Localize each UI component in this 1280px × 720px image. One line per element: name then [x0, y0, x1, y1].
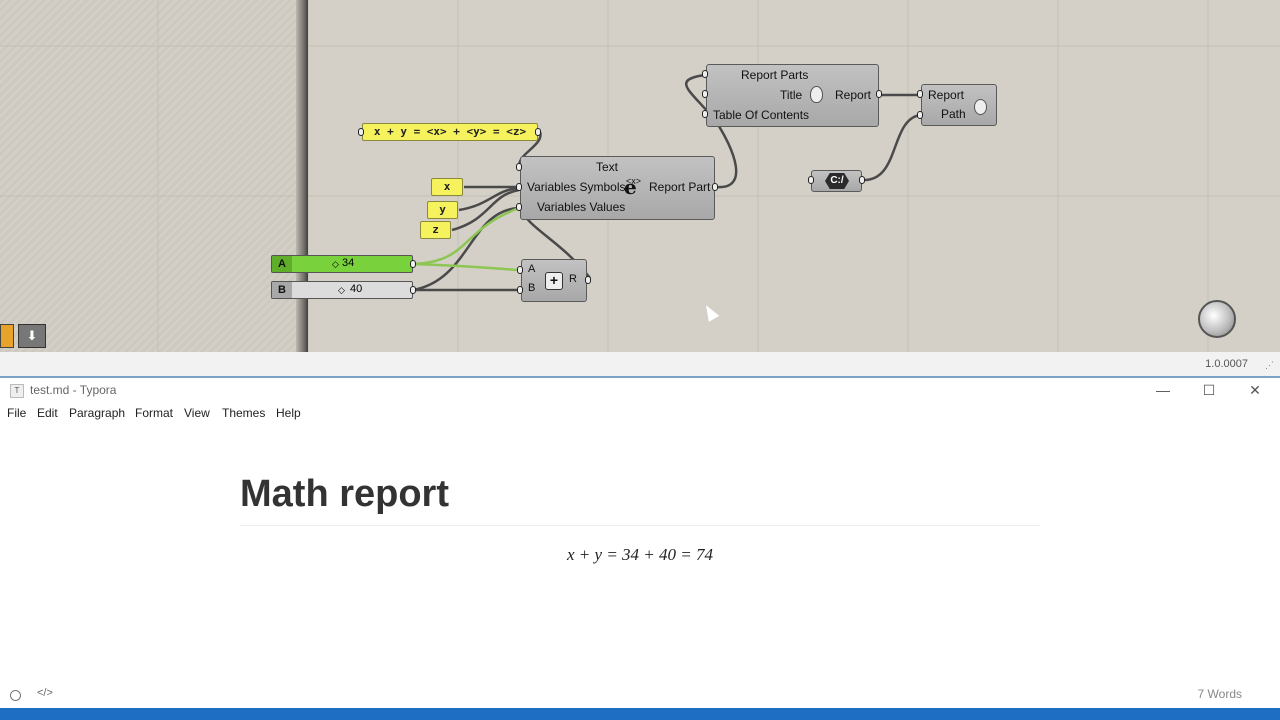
menu-format[interactable]: Format [135, 406, 173, 420]
canvas-edge-shadow [296, 0, 308, 352]
port[interactable] [517, 266, 523, 274]
input-path-label: Path [941, 107, 966, 121]
canvas-navigation-ball-icon[interactable] [1198, 300, 1236, 338]
slider-a-value: 34 [342, 257, 355, 269]
menu-themes[interactable]: Themes [222, 406, 265, 420]
port[interactable] [702, 70, 708, 78]
toolbar-download-icon[interactable]: ⬇ [18, 324, 46, 348]
port[interactable] [410, 260, 416, 268]
port[interactable] [517, 286, 523, 294]
panel-y[interactable]: y [427, 201, 458, 219]
output-report-label: Report [835, 88, 872, 102]
port[interactable] [516, 163, 522, 171]
heading-underline [240, 525, 1040, 526]
input-report-label: Report [928, 88, 965, 102]
slider-a-tag: A [272, 256, 292, 272]
save-egg-icon [974, 99, 987, 115]
mouse-cursor-icon [700, 302, 720, 322]
grasshopper-canvas[interactable]: x + y = <x> + <y> = <z> x y z A 34 ◇ B 4… [0, 0, 1280, 352]
port[interactable] [876, 90, 882, 98]
menu-help[interactable]: Help [276, 406, 301, 420]
menu-file[interactable]: File [7, 406, 26, 420]
number-slider-b[interactable]: B 40 ◇ [271, 281, 413, 299]
typora-app-icon: T [10, 384, 24, 398]
input-toc-label: Table Of Contents [713, 108, 810, 122]
window-title: test.md - Typora [30, 383, 117, 397]
addition-component[interactable]: A B R + [521, 259, 587, 302]
add-input-b-label: B [528, 282, 536, 294]
panel-x[interactable]: x [431, 178, 463, 196]
slider-b-value: 40 [350, 283, 363, 295]
maximize-button[interactable]: ☐ [1186, 378, 1232, 404]
input-values-label: Variables Values [537, 200, 626, 214]
port[interactable] [702, 90, 708, 98]
expression-icon-super: <x> [626, 176, 642, 186]
input-title-label: Title [780, 88, 803, 102]
number-slider-a[interactable]: A 34 ◇ [271, 255, 413, 273]
document-heading[interactable]: Math report [240, 473, 449, 516]
add-output-r-label: R [569, 273, 577, 285]
port[interactable] [917, 111, 923, 119]
port[interactable] [516, 183, 522, 191]
taskbar [0, 708, 1280, 720]
circle-icon[interactable] [10, 690, 21, 701]
minimize-button[interactable]: — [1140, 378, 1186, 404]
port[interactable] [585, 276, 591, 284]
port[interactable] [859, 176, 865, 184]
version-label: 1.0.0007 [1205, 358, 1248, 370]
port[interactable] [516, 203, 522, 211]
green-wire-a-add [412, 262, 520, 272]
title-bar[interactable]: T test.md - Typora — ☐ ✕ [0, 378, 1280, 404]
report-part-component[interactable]: Text Variables Symbols Variables Values … [520, 156, 715, 220]
slider-b-handle-icon[interactable]: ◇ [338, 285, 345, 296]
status-bar: </> 7 Words [0, 684, 1280, 708]
typora-window: T test.md - Typora — ☐ ✕ File Edit Parag… [0, 378, 1280, 708]
port[interactable] [712, 183, 718, 191]
canvas-left-hatched-area [0, 0, 300, 352]
report-component[interactable]: Report Parts Title Table Of Contents Rep… [706, 64, 879, 127]
save-report-component[interactable]: Report Path [921, 84, 997, 126]
toolbar-lightning-icon[interactable] [0, 324, 14, 348]
port[interactable] [410, 286, 416, 294]
output-report-part-label: Report Part [649, 180, 711, 194]
input-text-label: Text [596, 160, 619, 174]
canvas-status-strip: 1.0.0007 ⋰ [0, 352, 1280, 378]
port[interactable] [358, 128, 364, 136]
port[interactable] [808, 176, 814, 184]
input-report-parts-label: Report Parts [741, 68, 809, 82]
slider-a-handle-icon[interactable]: ◇ [332, 259, 339, 270]
word-count[interactable]: 7 Words [1198, 687, 1242, 701]
add-input-a-label: A [528, 263, 536, 275]
path-parameter[interactable]: C:/ [811, 170, 862, 192]
menu-view[interactable]: View [184, 406, 210, 420]
slider-b-tag: B [272, 282, 292, 298]
close-button[interactable]: ✕ [1232, 378, 1278, 404]
menu-paragraph[interactable]: Paragraph [69, 406, 125, 420]
code-icon[interactable]: </> [37, 687, 53, 699]
egg-icon [810, 86, 823, 103]
plus-icon: + [545, 272, 563, 290]
math-equation[interactable]: x + y = 34 + 40 = 74 [0, 545, 1280, 565]
resize-grip-icon[interactable]: ⋰ [1265, 360, 1274, 371]
menu-edit[interactable]: Edit [37, 406, 58, 420]
port[interactable] [702, 110, 708, 118]
formula-panel[interactable]: x + y = <x> + <y> = <z> [362, 123, 538, 141]
port[interactable] [535, 128, 541, 136]
panel-z[interactable]: z [420, 221, 451, 239]
port[interactable] [917, 90, 923, 98]
path-hex-icon: C:/ [825, 173, 849, 189]
input-symbols-label: Variables Symbols [527, 180, 626, 194]
